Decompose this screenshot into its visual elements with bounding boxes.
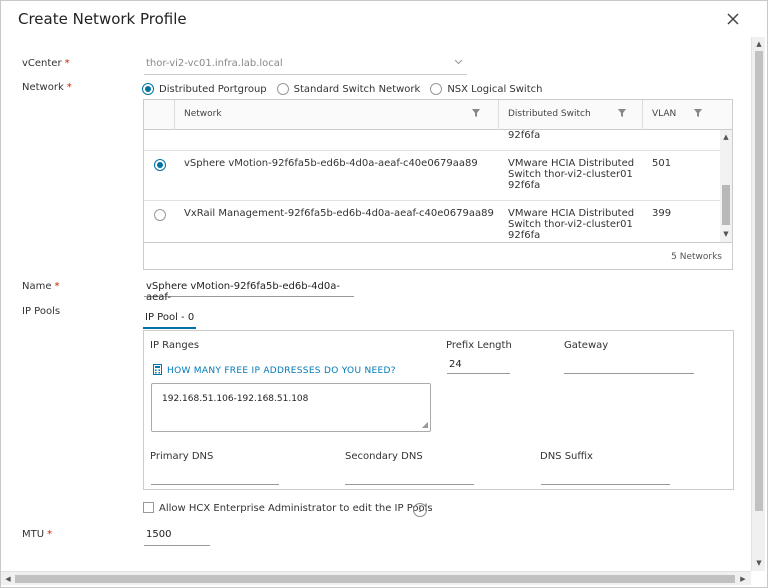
cell-distributed-switch: VMware HCIA Distributed Switch thor-vi2-… [508,208,635,241]
network-table-footer: 5 Networks [144,242,732,270]
ip-ranges-label: IP Ranges [150,340,200,351]
allow-edit-checkbox[interactable] [143,502,154,513]
ip-pool-panel: IP Ranges HOW MANY FREE IP ADDRESSES DO … [143,330,734,490]
network-count: 5 Networks [671,252,722,262]
network-type-radio-group: Distributed Portgroup Standard Switch Ne… [142,81,552,97]
cell-network: vSphere vMotion-92f6fa5b-ed6b-4d0a-aeaf-… [184,158,478,169]
filter-icon[interactable] [618,109,626,120]
radio-nsx-logical-switch[interactable]: NSX Logical Switch [430,83,542,95]
prefix-length-input[interactable]: 24 [447,356,510,374]
table-scrollbar[interactable]: ▲ ▼ [720,130,732,242]
network-table-header: Network Distributed Switch VLAN [144,100,732,130]
table-scroll-thumb[interactable] [722,185,730,225]
table-row[interactable]: 92f6fa [144,130,720,151]
network-table: Network Distributed Switch VLAN 92f6fa v… [143,99,733,270]
cell-distributed-switch: VMware HCIA Distributed Switch thor-vi2-… [508,158,635,191]
ip-ranges-textarea[interactable]: 192.168.51.106-192.168.51.108 ◢ [151,383,431,432]
dns-suffix-input[interactable] [541,467,670,485]
allow-edit-label: Allow HCX Enterprise Administrator to ed… [159,503,433,514]
scroll-left-arrow-icon[interactable]: ◀ [4,575,12,583]
chevron-down-icon [454,58,463,68]
column-header-vlan[interactable]: VLAN [652,109,676,119]
dialog-title: Create Network Profile [18,10,187,28]
vcenter-label: vCenter * [22,58,70,69]
radio-label: NSX Logical Switch [447,83,543,95]
vcenter-value: thor-vi2-vc01.infra.lab.local [146,58,283,69]
cell-distributed-switch: 92f6fa [508,130,541,141]
row-radio[interactable] [154,209,166,221]
horizontal-scroll-thumb[interactable] [15,575,735,583]
cell-vlan: 501 [652,158,672,169]
radio-button[interactable] [430,83,443,95]
calculator-icon [153,364,162,378]
table-row[interactable]: vSphere vMotion-92f6fa5b-ed6b-4d0a-aeaf-… [144,151,720,201]
dns-suffix-label: DNS Suffix [540,451,593,462]
secondary-dns-input[interactable] [345,467,474,485]
scroll-right-arrow-icon[interactable]: ▶ [739,575,747,583]
vcenter-select[interactable]: thor-vi2-vc01.infra.lab.local [144,55,467,75]
radio-label: Standard Switch Network [293,83,421,95]
column-header-distributed-switch[interactable]: Distributed Switch [508,109,591,119]
filter-icon[interactable] [694,109,702,120]
resize-grip-icon[interactable]: ◢ [422,421,428,429]
radio-distributed-portgroup[interactable]: Distributed Portgroup [142,83,267,95]
scroll-up-arrow-icon[interactable]: ▲ [755,40,763,48]
ip-pools-label: IP Pools [22,306,61,317]
mtu-input[interactable]: 1500 [144,528,210,546]
scroll-down-arrow-icon[interactable]: ▼ [755,559,763,567]
radio-standard-switch-network[interactable]: Standard Switch Network [276,83,421,95]
gateway-label: Gateway [564,340,609,351]
filter-icon[interactable] [472,109,480,120]
primary-dns-label: Primary DNS [150,451,214,462]
primary-dns-input[interactable] [151,467,279,485]
column-header-network[interactable]: Network [184,109,222,119]
scroll-down-arrow-icon[interactable]: ▼ [722,230,730,238]
radio-label: Distributed Portgroup [159,83,267,95]
dialog-header: Create Network Profile [1,1,768,37]
vertical-scroll-thumb[interactable] [755,51,763,511]
row-radio-selected[interactable] [154,159,166,171]
name-label: Name * [22,281,60,292]
scroll-up-arrow-icon[interactable]: ▲ [722,133,730,141]
close-icon[interactable] [725,11,741,27]
gateway-input[interactable] [564,356,694,374]
table-row[interactable]: VxRail Management-92f6fa5b-ed6b-4d0a-aea… [144,201,720,242]
info-icon[interactable]: i [413,503,427,517]
mtu-label: MTU * [22,529,53,540]
dialog-horizontal-scrollbar[interactable]: ◀ ▶ [1,571,751,585]
dialog-body: vCenter * thor-vi2-vc01.infra.lab.local N… [1,37,751,571]
name-input[interactable]: vSphere vMotion-92f6fa5b-ed6b-4d0a-aeaf- [144,279,354,303]
network-label: Network * [22,82,72,93]
network-table-body: 92f6fa vSphere vMotion-92f6fa5b-ed6b-4d0… [144,130,720,242]
create-network-profile-dialog: Create Network Profile vCenter * thor-vi2… [0,0,768,588]
radio-button[interactable] [276,83,289,95]
secondary-dns-label: Secondary DNS [345,451,423,462]
cell-network: VxRail Management-92f6fa5b-ed6b-4d0a-aea… [184,208,494,219]
free-ip-calculator-link[interactable]: HOW MANY FREE IP ADDRESSES DO YOU NEED? [153,364,396,378]
prefix-length-label: Prefix Length [446,340,512,351]
tab-ip-pool-0[interactable]: IP Pool - 0 [143,309,197,329]
dialog-vertical-scrollbar[interactable]: ▲ ▼ [751,37,765,571]
cell-vlan: 399 [652,208,672,219]
radio-button-selected[interactable] [142,83,154,95]
